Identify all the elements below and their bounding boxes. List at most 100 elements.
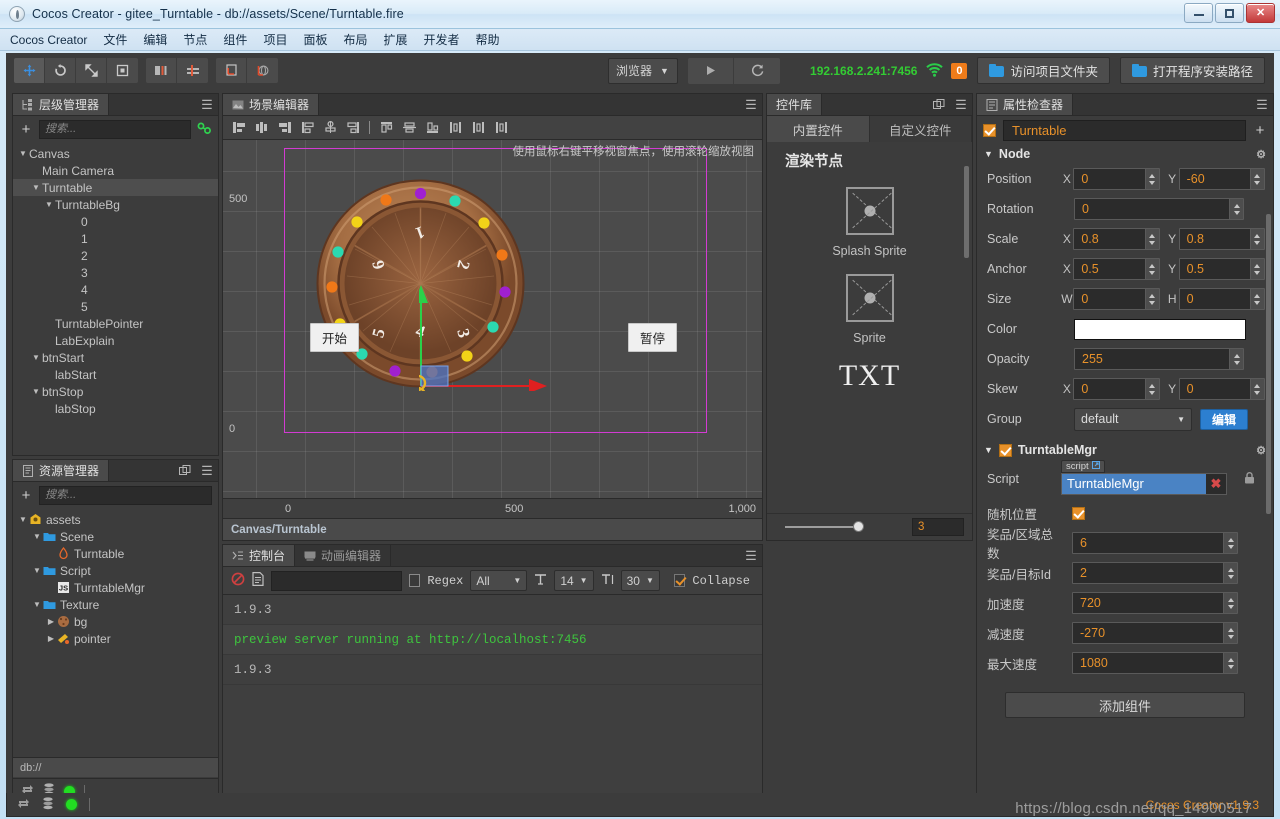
disclosure-triangle-icon[interactable]: ▼ <box>30 387 42 396</box>
stepper-arrows[interactable] <box>1223 593 1237 613</box>
clear-console-icon[interactable] <box>231 572 245 589</box>
database-icon[interactable] <box>42 796 54 813</box>
hierarchy-menu-icon[interactable]: ☰ <box>196 94 218 115</box>
start-button-scene[interactable]: 开始 <box>310 323 360 352</box>
library-item-sprite[interactable]: Sprite <box>767 274 972 345</box>
menu-developer[interactable]: 开发者 <box>416 29 468 50</box>
property-input-x[interactable]: 0 <box>1073 168 1160 190</box>
link-icon[interactable] <box>197 122 212 138</box>
line-height-select[interactable]: 30 ▼ <box>620 570 660 591</box>
library-item-label-txt[interactable]: TXT <box>767 359 972 393</box>
console-menu-icon[interactable]: ☰ <box>740 545 762 566</box>
close-button[interactable]: ✕ <box>1246 3 1275 23</box>
property-input[interactable]: 1080 <box>1072 652 1238 674</box>
disclosure-triangle-icon[interactable]: ▼ <box>31 566 43 575</box>
property-input-x[interactable]: 0 <box>1073 378 1160 400</box>
distribute-left-icon[interactable] <box>444 118 466 138</box>
stepper-arrows[interactable] <box>1223 653 1237 673</box>
node-name-input[interactable]: Turntable <box>1003 119 1246 141</box>
assets-menu-icon[interactable]: ☰ <box>196 460 218 481</box>
property-input-y[interactable]: 0.8 <box>1178 228 1265 250</box>
icon-size-slider[interactable] <box>775 520 904 534</box>
remove-script-icon[interactable]: ✖ <box>1206 476 1226 492</box>
asset-node-texture[interactable]: ▼ Texture <box>13 596 218 613</box>
menu-help[interactable]: 帮助 <box>468 29 508 50</box>
asset-node-script[interactable]: ▼ Script <box>13 562 218 579</box>
asset-node-bg[interactable]: ▶ bg <box>13 613 218 630</box>
sync-icon[interactable] <box>17 797 30 813</box>
menu-panel[interactable]: 面板 <box>295 29 335 50</box>
coord-local-button[interactable] <box>216 58 247 83</box>
hierarchy-node-1[interactable]: 1 <box>13 230 218 247</box>
disclosure-triangle-icon[interactable]: ▼ <box>30 183 42 192</box>
maximize-button[interactable] <box>1215 3 1244 23</box>
tab-hierarchy[interactable]: 层级管理器 <box>13 94 110 115</box>
color-swatch[interactable] <box>1074 318 1246 340</box>
distribute-center-icon[interactable] <box>467 118 489 138</box>
log-level-select[interactable]: All ▼ <box>470 570 528 591</box>
hierarchy-node-btnstop[interactable]: ▼ btnStop <box>13 383 218 400</box>
hierarchy-search-input[interactable]: 搜索... <box>39 120 191 139</box>
asset-node-turntablemgr[interactable]: JS TurntableMgr <box>13 579 218 596</box>
align-right-icon[interactable] <box>273 118 295 138</box>
node-enabled-checkbox[interactable] <box>983 123 996 137</box>
hierarchy-node-canvas[interactable]: ▼ Canvas <box>13 145 218 162</box>
stepper-arrows[interactable] <box>1249 169 1264 189</box>
scale-tool-button[interactable] <box>76 58 107 83</box>
disclosure-triangle-icon[interactable]: ▶ <box>45 634 57 643</box>
menu-extension[interactable]: 扩展 <box>375 29 415 50</box>
icon-size-value[interactable]: 3 <box>912 518 964 536</box>
hierarchy-node-labexplain[interactable]: LabExplain <box>13 332 218 349</box>
open-install-path-button[interactable]: 打开程序安装路径 <box>1119 57 1265 84</box>
disclosure-triangle-icon[interactable]: ▼ <box>17 515 29 524</box>
tab-assets[interactable]: 资源管理器 <box>13 460 110 481</box>
stepper-arrows[interactable] <box>1144 289 1159 309</box>
menu-edit[interactable]: 编辑 <box>135 29 175 50</box>
hierarchy-node-btnstart[interactable]: ▼ btnStart <box>13 349 218 366</box>
tab-inspector[interactable]: 属性检查器 <box>977 94 1074 115</box>
add-node-button[interactable]: + <box>1253 122 1267 139</box>
asset-node-scene[interactable]: ▼ Scene <box>13 528 218 545</box>
console-log-line[interactable]: preview server running at http://localho… <box>223 625 762 655</box>
hierarchy-node-3[interactable]: 3 <box>13 264 218 281</box>
add-component-button[interactable]: 添加组件 <box>1005 692 1245 718</box>
tab-control-library[interactable]: 控件库 <box>767 94 823 115</box>
font-size-select[interactable]: 14 ▼ <box>554 570 594 591</box>
hierarchy-add-button[interactable]: + <box>19 121 33 138</box>
stepper-arrows[interactable] <box>1249 289 1264 309</box>
align-left-edges-icon[interactable] <box>296 118 318 138</box>
assets-search-input[interactable]: 搜索... <box>39 486 212 505</box>
console-log-line[interactable]: 1.9.3 <box>223 655 762 685</box>
hierarchy-node-2[interactable]: 2 <box>13 247 218 264</box>
hierarchy-node-labstart[interactable]: labStart <box>13 366 218 383</box>
tab-scene-editor[interactable]: 场景编辑器 <box>223 94 320 115</box>
move-tool-button[interactable] <box>14 58 45 83</box>
property-input-y[interactable]: 0 <box>1178 378 1265 400</box>
align-right-edges-icon[interactable] <box>342 118 364 138</box>
inspector-menu-icon[interactable]: ☰ <box>1251 94 1273 115</box>
refresh-button[interactable] <box>734 57 781 84</box>
component-section-header[interactable]: ▼ TurntableMgr ⚙ <box>977 440 1273 460</box>
component-enabled-checkbox[interactable] <box>998 443 1012 457</box>
stepper-arrows[interactable] <box>1249 379 1264 399</box>
menu-component[interactable]: 组件 <box>215 29 255 50</box>
preview-target-select[interactable]: 浏览器 ▼ <box>608 57 679 84</box>
inspector-scrollbar[interactable] <box>1266 214 1271 514</box>
coord-global-button[interactable] <box>247 58 278 83</box>
control-library-scrollbar[interactable] <box>964 166 969 258</box>
open-project-folder-button[interactable]: 访问项目文件夹 <box>977 57 1110 84</box>
script-value-box[interactable]: TurntableMgr ✖ <box>1061 473 1227 495</box>
group-select[interactable]: default ▼ <box>1074 407 1192 431</box>
menu-cocos-creator[interactable]: Cocos Creator <box>0 31 95 49</box>
collapse-checkbox[interactable] <box>673 574 686 587</box>
align-left-icon[interactable] <box>227 118 249 138</box>
rotate-tool-button[interactable] <box>45 58 76 83</box>
console-filter-input[interactable] <box>271 570 402 591</box>
disclosure-triangle-icon[interactable]: ▼ <box>31 600 43 609</box>
property-input[interactable]: 0 <box>1074 198 1244 220</box>
hierarchy-node-turntable[interactable]: ▼ Turntable <box>13 179 218 196</box>
hierarchy-node-labstop[interactable]: labStop <box>13 400 218 417</box>
scene-viewport[interactable]: 使用鼠标右键平移视窗焦点，使用滚轮缩放视图 500 0 1 2 3 4 5 6 … <box>223 140 762 519</box>
disclosure-triangle-icon[interactable]: ▼ <box>43 200 55 209</box>
menu-project[interactable]: 项目 <box>255 29 295 50</box>
